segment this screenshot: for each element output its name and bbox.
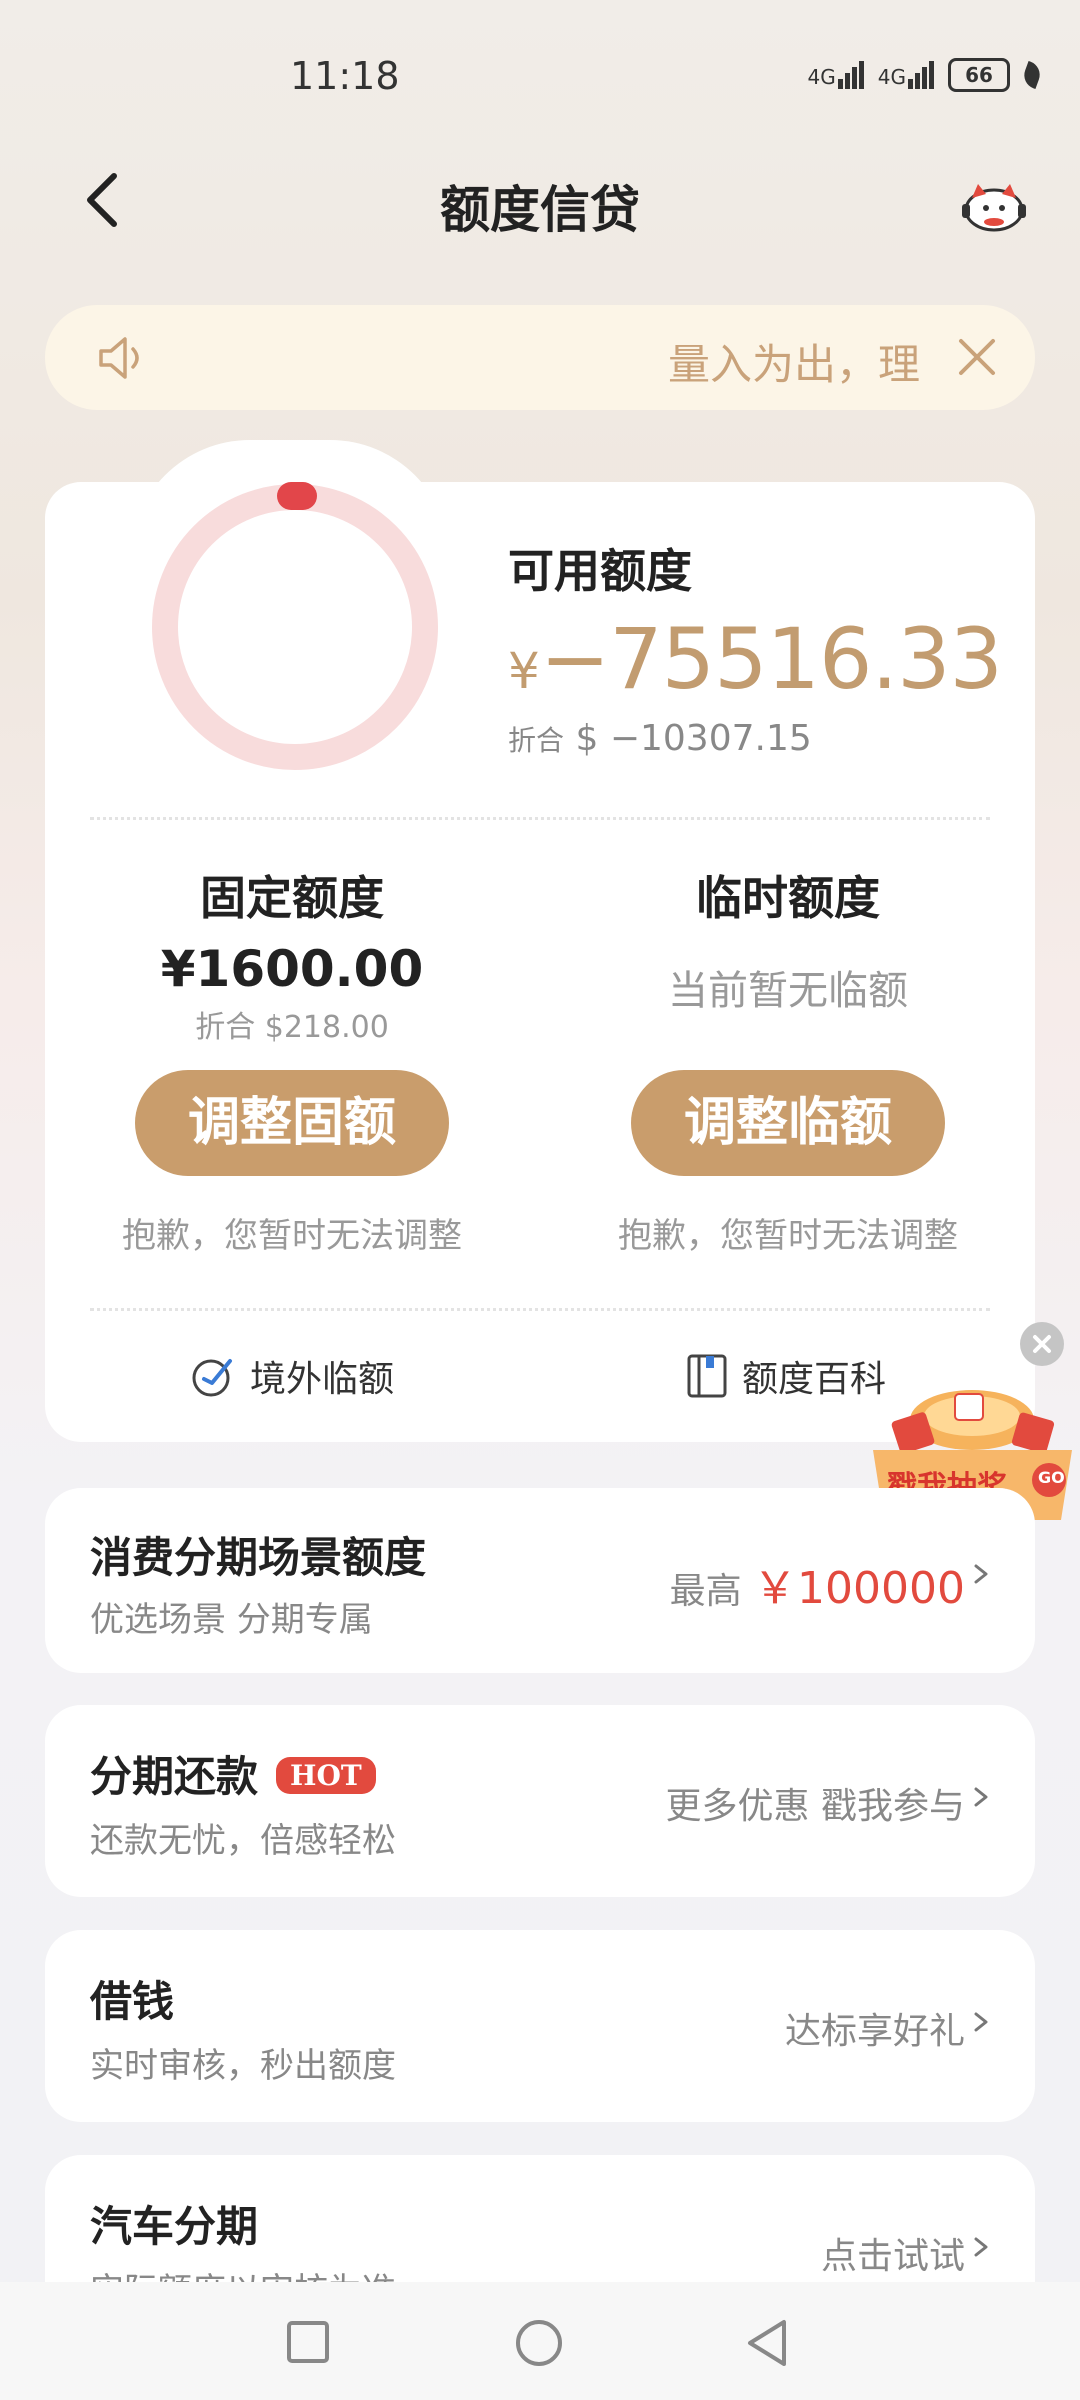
- temporary-credit-section: 临时额度 当前暂无临额: [568, 862, 1008, 1016]
- list-item-installment-repay[interactable]: 分期还款 HOT 还款无忧，倍感轻松 更多优惠 戳我参与: [45, 1705, 1035, 1897]
- leaf-icon: [1020, 60, 1044, 90]
- chevron-right-icon: [974, 2237, 988, 2257]
- fixed-credit-amount: ¥1600.00: [160, 940, 424, 998]
- notice-text: 量入为出，理: [667, 340, 920, 389]
- mascot-icon: [962, 184, 1026, 232]
- fixed-credit-title: 固定额度: [200, 871, 384, 925]
- temporary-credit-status: 当前暂无临额: [668, 968, 908, 1014]
- clock: 11:18: [290, 54, 400, 98]
- close-icon: [1033, 1335, 1051, 1353]
- signal-icon: 4G: [878, 61, 934, 89]
- row-subtitle: 实时审核，秒出额度: [90, 2046, 396, 2086]
- chevron-right-icon: [974, 1564, 988, 1584]
- row-right-text: 达标享好礼: [784, 2011, 965, 2052]
- list-item-borrow[interactable]: 借钱 实时审核，秒出额度 达标享好礼: [45, 1930, 1035, 2122]
- max-amount: ￥100000: [753, 1563, 965, 1614]
- row-subtitle: 优选场景 分期专属: [90, 1600, 373, 1640]
- customer-service-button[interactable]: [958, 178, 1030, 234]
- hot-badge: HOT: [276, 1757, 376, 1794]
- row-title: 借钱: [90, 1977, 175, 2026]
- book-icon: [687, 1354, 727, 1398]
- notice-bar[interactable]: 量入为出，理: [45, 305, 1035, 410]
- system-nav-bar: [0, 2282, 1080, 2400]
- credit-ring-chart: [152, 482, 438, 770]
- adjust-fixed-button[interactable]: 调整固额: [135, 1070, 449, 1176]
- recents-square-icon[interactable]: [286, 2320, 330, 2364]
- row-right-text: 点击试试: [820, 2236, 965, 2277]
- chevron-right-icon: [974, 1787, 988, 1807]
- fixed-credit-converted: 折合 $218.00: [195, 1010, 389, 1045]
- ring-indicator: [277, 482, 317, 510]
- chevron-right-icon: [974, 2012, 988, 2032]
- signal-icon: 4G: [808, 61, 864, 89]
- row-subtitle: 还款无忧，倍感轻松: [90, 1821, 396, 1861]
- credit-wiki-link[interactable]: 额度百科: [686, 1350, 886, 1402]
- overseas-credit-link[interactable]: 境外临额: [190, 1350, 394, 1402]
- row-title: 消费分期场景额度: [90, 1533, 427, 1582]
- speaker-icon: [99, 337, 139, 379]
- available-credit-converted: 折合 $ −10307.15: [508, 718, 812, 759]
- status-bar: 11:18 4G 4G 66: [0, 0, 1080, 130]
- available-credit-label: 可用额度: [508, 544, 692, 598]
- row-right-text: 更多优惠 戳我参与: [665, 1786, 965, 1827]
- lottery-go-label: GO: [1038, 1468, 1065, 1487]
- adjust-temporary-button[interactable]: 调整临额: [631, 1070, 945, 1176]
- back-triangle-icon[interactable]: [744, 2318, 790, 2368]
- temporary-note: 抱歉，您暂时无法调整: [618, 1216, 958, 1256]
- battery-icon: 66: [948, 58, 1010, 92]
- system-icons: 4G 4G 66: [808, 58, 1044, 92]
- divider: [90, 1308, 990, 1311]
- list-item-installment-scene[interactable]: 消费分期场景额度 优选场景 分期专属 最高 ￥100000: [45, 1488, 1035, 1673]
- row-right-text: 最高 ￥100000: [669, 1563, 965, 1614]
- home-circle-icon[interactable]: [514, 2318, 564, 2368]
- close-lottery-button[interactable]: [1020, 1322, 1064, 1366]
- available-credit-amount: ¥−75516.33: [508, 610, 1003, 708]
- globe-plane-icon: [192, 1359, 232, 1397]
- row-title: 分期还款 HOT: [90, 1743, 376, 1804]
- temporary-credit-title: 临时额度: [696, 871, 880, 925]
- page-title: 额度信贷: [440, 181, 640, 239]
- close-icon[interactable]: [955, 335, 999, 379]
- fixed-credit-section: 固定额度 ¥1600.00 折合 $218.00: [72, 862, 512, 1046]
- divider: [90, 817, 990, 820]
- fixed-note: 抱歉，您暂时无法调整: [122, 1216, 462, 1256]
- row-title: 汽车分期: [90, 2202, 259, 2251]
